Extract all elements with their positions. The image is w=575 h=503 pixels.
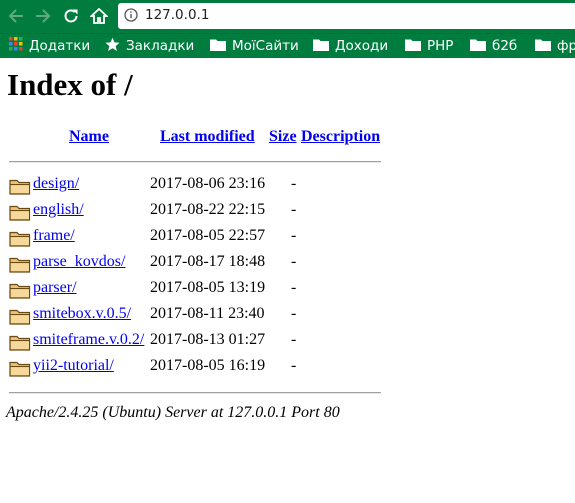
column-last-modified-link[interactable]: Last modified <box>160 128 255 146</box>
divider <box>9 392 381 394</box>
bookmark-folder-fr[interactable]: фр <box>535 37 575 55</box>
entry-name-link[interactable]: smitebox.v.0.5/ <box>33 305 131 323</box>
folder-icon <box>470 38 486 55</box>
browser-toolbar: 127.0.0.1 <box>0 0 575 33</box>
table-row: english/2017-08-22 22:15 - <box>0 199 575 225</box>
folder-icon[interactable] <box>9 359 31 377</box>
bookmark-folder-php[interactable]: PHP <box>405 37 453 55</box>
table-row: frame/2017-08-05 22:57 - <box>0 225 575 251</box>
entry-name-link[interactable]: frame/ <box>33 227 75 245</box>
entry-name-link[interactable]: english/ <box>33 201 84 219</box>
bookmark-folder-mysites[interactable]: МоїСайти <box>210 37 299 55</box>
bookmark-label: PHP <box>427 38 454 54</box>
entry-modified: 2017-08-11 23:40 <box>150 305 265 322</box>
info-icon[interactable] <box>124 8 138 22</box>
forward-icon[interactable] <box>33 6 53 26</box>
entry-name-link[interactable]: design/ <box>33 175 79 193</box>
url-text: 127.0.0.1 <box>145 7 210 23</box>
bookmarks-bar: Додатки Закладки МоїСайти Доходи PHP б2б <box>0 33 575 58</box>
table-row: yii2-tutorial/2017-08-05 16:19 - <box>0 355 575 381</box>
table-row: smiteframe.v.0.2/2017-08-13 01:27 - <box>0 329 575 355</box>
bookmark-label: Додатки <box>29 38 91 54</box>
entry-modified: 2017-08-13 01:27 <box>150 331 266 348</box>
bookmark-label: фр <box>557 38 575 54</box>
entry-size: - <box>291 279 297 296</box>
divider <box>9 161 381 163</box>
folder-icon <box>210 38 226 55</box>
server-signature: Apache/2.4.25 (Ubuntu) Server at 127.0.0… <box>6 404 340 421</box>
folder-icon <box>405 38 421 55</box>
bookmark-label: Доходи <box>335 38 389 54</box>
table-row: design/2017-08-06 23:16 - <box>0 173 575 199</box>
folder-icon[interactable] <box>9 203 31 221</box>
table-row: smitebox.v.0.5/2017-08-11 23:40 - <box>0 303 575 329</box>
entry-modified: 2017-08-05 16:19 <box>150 357 266 374</box>
entry-size: - <box>291 305 297 322</box>
entry-size: - <box>291 253 297 270</box>
entry-name-link[interactable]: smiteframe.v.0.2/ <box>33 331 144 349</box>
home-icon[interactable] <box>89 6 109 26</box>
table-row: parse_kovdos/2017-08-17 18:48 - <box>0 251 575 277</box>
entry-name-link[interactable]: yii2-tutorial/ <box>33 357 114 375</box>
folder-icon[interactable] <box>9 307 31 325</box>
back-icon[interactable] <box>6 6 26 26</box>
bookmark-label: МоїСайти <box>232 38 299 54</box>
folder-icon <box>535 38 551 55</box>
bookmark-apps[interactable]: Додатки <box>9 37 90 55</box>
folder-icon[interactable] <box>9 255 31 273</box>
bookmark-bookmarks[interactable]: Закладки <box>105 37 194 55</box>
folder-icon[interactable] <box>9 177 31 195</box>
entry-size: - <box>291 357 297 374</box>
entry-modified: 2017-08-05 13:19 <box>150 279 266 296</box>
address-bar[interactable]: 127.0.0.1 <box>118 3 575 29</box>
entry-size: - <box>291 201 297 218</box>
bookmark-folder-b2b[interactable]: б2б <box>470 37 517 55</box>
bookmark-label: Закладки <box>126 38 195 54</box>
entry-modified: 2017-08-17 18:48 <box>150 253 266 270</box>
column-name-link[interactable]: Name <box>69 128 109 146</box>
apps-grid-icon <box>9 37 23 55</box>
folder-icon <box>313 38 329 55</box>
reload-icon[interactable] <box>61 6 81 26</box>
entry-name-link[interactable]: parser/ <box>33 279 77 297</box>
table-row: parser/2017-08-05 13:19 - <box>0 277 575 303</box>
entry-modified: 2017-08-05 22:57 <box>150 227 266 244</box>
bookmark-folder-income[interactable]: Доходи <box>313 37 388 55</box>
entry-size: - <box>291 227 297 244</box>
folder-icon[interactable] <box>9 333 31 351</box>
bookmark-label: б2б <box>492 38 518 54</box>
folder-icon[interactable] <box>9 281 31 299</box>
entry-name-link[interactable]: parse_kovdos/ <box>33 253 125 271</box>
entry-modified: 2017-08-22 22:15 <box>150 201 266 218</box>
entry-size: - <box>291 175 297 192</box>
entry-size: - <box>291 331 297 348</box>
page-title: Index of / <box>7 67 133 102</box>
column-size-link[interactable]: Size <box>269 128 297 146</box>
entry-modified: 2017-08-06 23:16 <box>150 175 266 192</box>
star-icon <box>105 37 120 56</box>
folder-icon[interactable] <box>9 229 31 247</box>
column-description-link[interactable]: Description <box>301 128 380 146</box>
